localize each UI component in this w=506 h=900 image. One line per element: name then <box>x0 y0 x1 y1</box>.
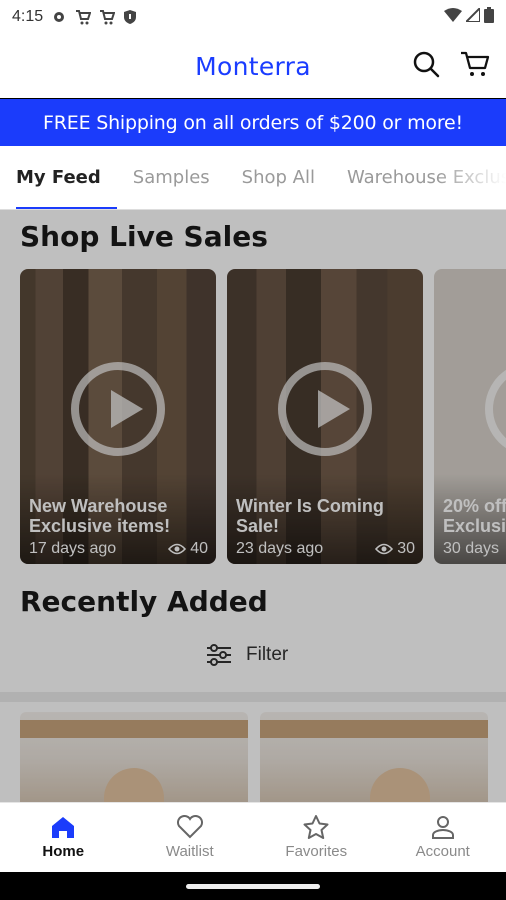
play-icon[interactable] <box>278 361 372 456</box>
view-count: 40 <box>190 540 208 557</box>
promo-banner[interactable]: FREE Shipping on all orders of $200 or m… <box>0 99 506 146</box>
nav-account[interactable]: Account <box>380 803 506 872</box>
status-time: 4:15 <box>12 8 44 25</box>
live-sales-title: Shop Live Sales <box>20 220 268 253</box>
cart-icon[interactable] <box>460 50 490 83</box>
heart-icon <box>176 815 203 839</box>
nav-favorites[interactable]: Favorites <box>253 803 380 872</box>
app-bar: Monterra <box>0 34 506 98</box>
live-sale-card[interactable]: Winter Is Coming Sale! 23 days ago 30 <box>227 269 423 564</box>
eye-icon <box>168 543 187 555</box>
battery-icon <box>484 6 494 28</box>
wifi-icon <box>444 7 462 27</box>
tab-shop-all[interactable]: Shop All <box>226 146 331 209</box>
tab-label: My Feed <box>16 167 101 188</box>
nav-label: Account <box>415 843 470 860</box>
nav-waitlist[interactable]: Waitlist <box>127 803 254 872</box>
home-indicator[interactable] <box>186 884 320 889</box>
nav-home[interactable]: Home <box>0 803 127 872</box>
card-title: Winter Is Coming Sale! <box>236 496 384 536</box>
search-icon[interactable] <box>412 50 440 83</box>
live-sales-carousel[interactable]: New Warehouse Exclusive items! 17 days a… <box>20 269 506 564</box>
card-age: 17 days ago <box>29 540 117 557</box>
view-count: 30 <box>397 540 415 557</box>
section-divider <box>0 692 506 702</box>
home-icon <box>52 817 75 838</box>
card-caption: 20% off Wareh Exclusi code: 30 days <box>443 496 506 558</box>
nav-label: Home <box>42 843 85 860</box>
card-caption: New Warehouse Exclusive items! 17 days a… <box>29 496 208 558</box>
status-right <box>444 5 494 28</box>
sliders-icon <box>207 644 231 666</box>
card-meta: 17 days ago 40 <box>29 540 208 558</box>
bottom-navigation: Home Waitlist Favorites Account <box>0 802 506 872</box>
cart-status-icon <box>75 9 92 25</box>
live-sale-card[interactable]: New Warehouse Exclusive items! 17 days a… <box>20 269 216 564</box>
category-tabs: My Feed Samples Shop All Warehouse Exclu… <box>0 146 506 210</box>
tab-label: Warehouse Exclusi <box>346 167 506 188</box>
nav-label: Favorites <box>285 843 348 860</box>
eye-icon <box>375 543 394 555</box>
product-image <box>260 720 488 738</box>
live-sale-card[interactable]: 20% off Wareh Exclusi code: 30 days <box>434 269 506 564</box>
feed-content[interactable]: Shop Live Sales New Warehouse Exclusive … <box>0 210 506 802</box>
product-image-figure <box>370 768 430 802</box>
tab-label: Shop All <box>241 167 315 188</box>
settings-status-icon <box>51 9 67 25</box>
app-title: Monterra <box>195 51 311 81</box>
card-meta: 23 days ago 30 <box>236 540 415 558</box>
product-grid[interactable] <box>20 712 488 802</box>
card-title: 20% off Wareh Exclusi code: <box>443 496 506 536</box>
card-age: 30 days <box>443 540 500 557</box>
status-bar: 4:15 <box>0 0 506 34</box>
card-views: 40 <box>168 540 208 558</box>
card-caption: Winter Is Coming Sale! 23 days ago 30 <box>236 496 415 558</box>
filter-button[interactable]: Filter <box>206 644 288 666</box>
product-card[interactable] <box>20 712 248 802</box>
play-icon[interactable] <box>485 361 506 456</box>
product-image-figure <box>104 768 164 802</box>
card-meta: 30 days <box>443 540 506 558</box>
star-icon <box>303 815 329 839</box>
promo-banner-text: FREE Shipping on all orders of $200 or m… <box>43 111 463 134</box>
card-title: New Warehouse Exclusive items! <box>29 496 171 536</box>
product-card[interactable] <box>260 712 488 802</box>
nav-label: Waitlist <box>165 843 214 860</box>
product-image <box>20 720 248 738</box>
tab-warehouse-exclusives[interactable]: Warehouse Exclusi <box>331 146 506 209</box>
tab-my-feed[interactable]: My Feed <box>0 146 117 209</box>
filter-label: Filter <box>246 644 289 665</box>
card-age: 23 days ago <box>236 540 324 557</box>
signal-icon <box>463 5 481 27</box>
person-icon <box>431 816 454 839</box>
play-icon[interactable] <box>71 361 165 456</box>
recently-added-title: Recently Added <box>20 585 268 618</box>
card-views: 30 <box>375 540 415 558</box>
shield-status-icon <box>123 9 137 25</box>
tab-label: Samples <box>132 167 210 188</box>
cart-status-icon <box>99 9 116 25</box>
tab-samples[interactable]: Samples <box>117 146 226 209</box>
gesture-bar <box>0 872 506 900</box>
